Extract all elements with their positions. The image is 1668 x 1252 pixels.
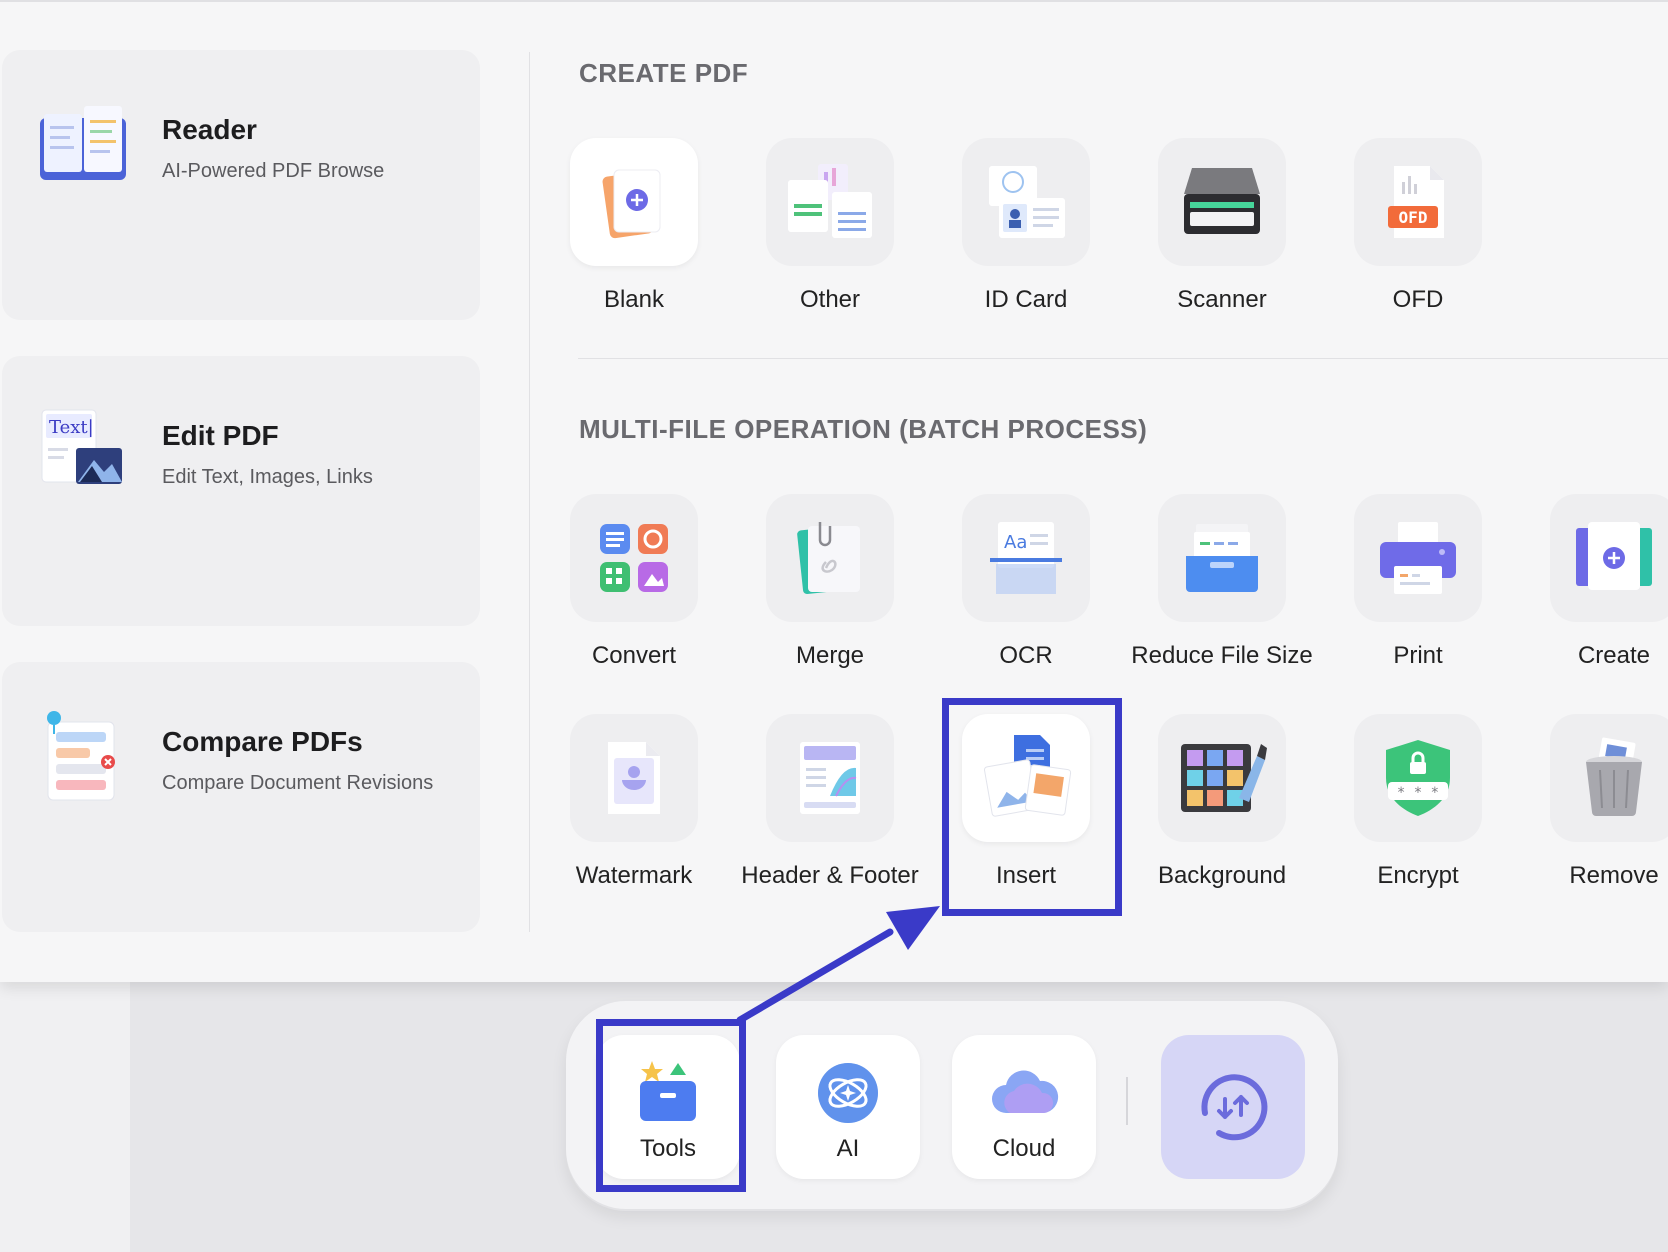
tools-panel: Reader AI-Powered PDF Browse Text| Edit … xyxy=(0,0,1668,982)
feature-subtitle: AI-Powered PDF Browse xyxy=(162,160,385,182)
tool-create[interactable]: Create xyxy=(1516,494,1668,694)
feature-title: Reader xyxy=(162,114,257,145)
tool-label: OFD xyxy=(1392,286,1444,313)
dock-label: Cloud xyxy=(992,1135,1056,1162)
dock-ai-button[interactable]: AI xyxy=(776,1035,920,1179)
feature-card-reader[interactable]: Reader AI-Powered PDF Browse xyxy=(2,50,480,320)
ofd-icon-text: OFD xyxy=(1399,208,1428,227)
palette-icon xyxy=(1181,744,1267,812)
tool-blank[interactable]: Blank xyxy=(536,138,732,338)
shield-lock-icon: * * * xyxy=(1386,740,1450,816)
tool-encrypt[interactable]: * * * Encrypt xyxy=(1320,714,1516,914)
tool-header-footer[interactable]: Header & Footer xyxy=(732,714,928,914)
dock-label: AI xyxy=(836,1135,860,1162)
tool-scanner[interactable]: Scanner xyxy=(1124,138,1320,338)
convert-icon xyxy=(600,524,668,592)
tool-other[interactable]: Other xyxy=(732,138,928,338)
ai-icon xyxy=(818,1063,878,1123)
tool-watermark[interactable]: Watermark xyxy=(536,714,732,914)
insert-highlight-box xyxy=(942,698,1122,916)
tool-remove[interactable]: Remove xyxy=(1516,714,1668,914)
feature-card-compare-pdfs[interactable]: Compare PDFs Compare Document Revisions xyxy=(2,662,480,932)
feature-card-edit-pdf[interactable]: Text| Edit PDF Edit Text, Images, Links xyxy=(2,356,480,626)
horizontal-divider xyxy=(578,358,1668,359)
ocr-icon-text: Aa xyxy=(1004,532,1027,553)
watermark-icon xyxy=(608,742,660,814)
blank-page-icon xyxy=(602,169,661,239)
tool-print[interactable]: Print xyxy=(1320,494,1516,694)
tool-ocr[interactable]: Aa OCR xyxy=(928,494,1124,694)
merge-icon xyxy=(797,522,860,595)
tool-ofd[interactable]: OFD OFD xyxy=(1320,138,1516,338)
dock-separator xyxy=(1126,1077,1128,1125)
other-files-icon xyxy=(788,164,872,238)
tool-background[interactable]: Background xyxy=(1124,714,1320,914)
feature-subtitle: Compare Document Revisions xyxy=(162,772,434,794)
tool-merge[interactable]: Merge xyxy=(732,494,928,694)
dock-cloud-button[interactable]: Cloud xyxy=(952,1035,1096,1179)
trash-icon xyxy=(1586,737,1642,816)
encrypt-icon-text: * * * xyxy=(1397,785,1439,801)
section-title-batch: MULTI-FILE OPERATION (BATCH PROCESS) xyxy=(579,414,1148,444)
cloud-icon xyxy=(992,1070,1059,1113)
edit-text-icon: Text| xyxy=(41,409,122,484)
sidebar-strip xyxy=(0,980,130,1252)
scanner-icon xyxy=(1184,168,1260,234)
section-title-create-pdf: CREATE PDF xyxy=(579,58,749,88)
tool-reduce-file-size[interactable]: Reduce File Size xyxy=(1124,494,1320,694)
tools-highlight-box xyxy=(596,1019,746,1192)
edit-icon-text: Text| xyxy=(49,417,94,438)
dock-sync-button[interactable] xyxy=(1161,1035,1305,1179)
tool-convert[interactable]: Convert xyxy=(536,494,732,694)
printer-icon xyxy=(1380,522,1456,594)
tool-label: Create xyxy=(1577,642,1651,669)
compress-icon xyxy=(1186,524,1258,592)
tool-label: Remove xyxy=(1569,862,1659,889)
id-card-icon xyxy=(989,166,1065,238)
feature-title: Compare PDFs xyxy=(162,726,363,757)
vertical-divider xyxy=(529,52,530,932)
ocr-icon: Aa xyxy=(990,522,1062,594)
sync-icon xyxy=(1201,1074,1268,1141)
ofd-icon: OFD xyxy=(1388,166,1444,238)
header-footer-icon xyxy=(800,742,860,814)
compare-icon xyxy=(47,711,115,801)
feature-title: Edit PDF xyxy=(162,420,279,451)
tool-id-card[interactable]: ID Card xyxy=(928,138,1124,338)
feature-subtitle: Edit Text, Images, Links xyxy=(162,466,373,488)
create-icon xyxy=(1576,522,1652,590)
book-icon xyxy=(40,106,126,180)
